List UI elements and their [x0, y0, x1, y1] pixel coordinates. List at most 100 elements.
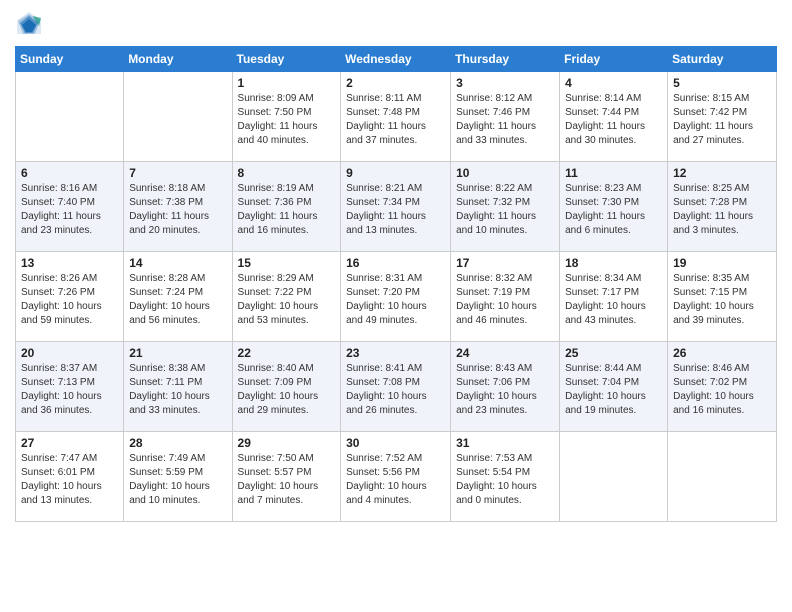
calendar-cell: 4 Sunrise: 8:14 AMSunset: 7:44 PMDayligh…	[560, 72, 668, 162]
calendar-cell: 30 Sunrise: 7:52 AMSunset: 5:56 PMDaylig…	[341, 432, 451, 522]
day-number: 11	[565, 166, 662, 180]
day-info: Sunrise: 8:14 AMSunset: 7:44 PMDaylight:…	[565, 92, 662, 148]
day-info: Sunrise: 8:34 AMSunset: 7:17 PMDaylight:…	[565, 272, 662, 328]
day-info: Sunrise: 8:38 AMSunset: 7:11 PMDaylight:…	[129, 362, 226, 418]
week-row-2: 6 Sunrise: 8:16 AMSunset: 7:40 PMDayligh…	[16, 162, 777, 252]
day-number: 16	[346, 256, 445, 270]
day-number: 18	[565, 256, 662, 270]
week-row-5: 27 Sunrise: 7:47 AMSunset: 6:01 PMDaylig…	[16, 432, 777, 522]
day-number: 28	[129, 436, 226, 450]
calendar-cell: 11 Sunrise: 8:23 AMSunset: 7:30 PMDaylig…	[560, 162, 668, 252]
day-number: 6	[21, 166, 118, 180]
calendar-cell: 12 Sunrise: 8:25 AMSunset: 7:28 PMDaylig…	[668, 162, 777, 252]
calendar-cell: 29 Sunrise: 7:50 AMSunset: 5:57 PMDaylig…	[232, 432, 341, 522]
calendar-cell: 18 Sunrise: 8:34 AMSunset: 7:17 PMDaylig…	[560, 252, 668, 342]
calendar-cell: 15 Sunrise: 8:29 AMSunset: 7:22 PMDaylig…	[232, 252, 341, 342]
calendar-cell	[668, 432, 777, 522]
calendar-cell: 20 Sunrise: 8:37 AMSunset: 7:13 PMDaylig…	[16, 342, 124, 432]
day-number: 19	[673, 256, 771, 270]
week-row-4: 20 Sunrise: 8:37 AMSunset: 7:13 PMDaylig…	[16, 342, 777, 432]
day-info: Sunrise: 8:41 AMSunset: 7:08 PMDaylight:…	[346, 362, 445, 418]
calendar-page: SundayMondayTuesdayWednesdayThursdayFrid…	[0, 0, 792, 612]
day-info: Sunrise: 8:32 AMSunset: 7:19 PMDaylight:…	[456, 272, 554, 328]
logo-icon	[15, 10, 43, 38]
header-day-thursday: Thursday	[451, 47, 560, 72]
calendar-cell: 21 Sunrise: 8:38 AMSunset: 7:11 PMDaylig…	[124, 342, 232, 432]
day-info: Sunrise: 8:12 AMSunset: 7:46 PMDaylight:…	[456, 92, 554, 148]
calendar-cell: 22 Sunrise: 8:40 AMSunset: 7:09 PMDaylig…	[232, 342, 341, 432]
day-info: Sunrise: 8:29 AMSunset: 7:22 PMDaylight:…	[238, 272, 336, 328]
day-info: Sunrise: 8:22 AMSunset: 7:32 PMDaylight:…	[456, 182, 554, 238]
day-info: Sunrise: 7:52 AMSunset: 5:56 PMDaylight:…	[346, 452, 445, 508]
calendar-cell: 31 Sunrise: 7:53 AMSunset: 5:54 PMDaylig…	[451, 432, 560, 522]
day-info: Sunrise: 8:25 AMSunset: 7:28 PMDaylight:…	[673, 182, 771, 238]
calendar-body: 1 Sunrise: 8:09 AMSunset: 7:50 PMDayligh…	[16, 72, 777, 522]
day-number: 2	[346, 76, 445, 90]
calendar-cell	[124, 72, 232, 162]
calendar-cell: 9 Sunrise: 8:21 AMSunset: 7:34 PMDayligh…	[341, 162, 451, 252]
header-day-tuesday: Tuesday	[232, 47, 341, 72]
day-number: 21	[129, 346, 226, 360]
calendar-cell: 3 Sunrise: 8:12 AMSunset: 7:46 PMDayligh…	[451, 72, 560, 162]
day-info: Sunrise: 8:23 AMSunset: 7:30 PMDaylight:…	[565, 182, 662, 238]
day-number: 13	[21, 256, 118, 270]
calendar-cell: 14 Sunrise: 8:28 AMSunset: 7:24 PMDaylig…	[124, 252, 232, 342]
calendar-cell: 28 Sunrise: 7:49 AMSunset: 5:59 PMDaylig…	[124, 432, 232, 522]
calendar-cell: 16 Sunrise: 8:31 AMSunset: 7:20 PMDaylig…	[341, 252, 451, 342]
day-number: 12	[673, 166, 771, 180]
day-number: 10	[456, 166, 554, 180]
header-day-saturday: Saturday	[668, 47, 777, 72]
calendar-cell: 19 Sunrise: 8:35 AMSunset: 7:15 PMDaylig…	[668, 252, 777, 342]
day-info: Sunrise: 8:18 AMSunset: 7:38 PMDaylight:…	[129, 182, 226, 238]
calendar-header: SundayMondayTuesdayWednesdayThursdayFrid…	[16, 47, 777, 72]
day-number: 8	[238, 166, 336, 180]
calendar-cell: 13 Sunrise: 8:26 AMSunset: 7:26 PMDaylig…	[16, 252, 124, 342]
calendar-cell: 24 Sunrise: 8:43 AMSunset: 7:06 PMDaylig…	[451, 342, 560, 432]
day-info: Sunrise: 8:40 AMSunset: 7:09 PMDaylight:…	[238, 362, 336, 418]
day-number: 30	[346, 436, 445, 450]
day-info: Sunrise: 8:16 AMSunset: 7:40 PMDaylight:…	[21, 182, 118, 238]
day-number: 25	[565, 346, 662, 360]
day-info: Sunrise: 8:11 AMSunset: 7:48 PMDaylight:…	[346, 92, 445, 148]
day-number: 15	[238, 256, 336, 270]
day-number: 4	[565, 76, 662, 90]
day-number: 31	[456, 436, 554, 450]
day-number: 1	[238, 76, 336, 90]
day-number: 24	[456, 346, 554, 360]
day-number: 27	[21, 436, 118, 450]
day-info: Sunrise: 7:53 AMSunset: 5:54 PMDaylight:…	[456, 452, 554, 508]
header-day-wednesday: Wednesday	[341, 47, 451, 72]
day-info: Sunrise: 8:19 AMSunset: 7:36 PMDaylight:…	[238, 182, 336, 238]
day-info: Sunrise: 7:47 AMSunset: 6:01 PMDaylight:…	[21, 452, 118, 508]
calendar-cell: 7 Sunrise: 8:18 AMSunset: 7:38 PMDayligh…	[124, 162, 232, 252]
calendar-cell: 23 Sunrise: 8:41 AMSunset: 7:08 PMDaylig…	[341, 342, 451, 432]
day-number: 17	[456, 256, 554, 270]
week-row-3: 13 Sunrise: 8:26 AMSunset: 7:26 PMDaylig…	[16, 252, 777, 342]
day-number: 20	[21, 346, 118, 360]
calendar-cell: 6 Sunrise: 8:16 AMSunset: 7:40 PMDayligh…	[16, 162, 124, 252]
day-number: 9	[346, 166, 445, 180]
header-day-sunday: Sunday	[16, 47, 124, 72]
day-info: Sunrise: 8:43 AMSunset: 7:06 PMDaylight:…	[456, 362, 554, 418]
day-number: 3	[456, 76, 554, 90]
day-number: 5	[673, 76, 771, 90]
day-number: 29	[238, 436, 336, 450]
day-number: 22	[238, 346, 336, 360]
calendar-table: SundayMondayTuesdayWednesdayThursdayFrid…	[15, 46, 777, 522]
calendar-cell: 8 Sunrise: 8:19 AMSunset: 7:36 PMDayligh…	[232, 162, 341, 252]
day-info: Sunrise: 8:31 AMSunset: 7:20 PMDaylight:…	[346, 272, 445, 328]
logo	[15, 10, 47, 38]
calendar-cell: 17 Sunrise: 8:32 AMSunset: 7:19 PMDaylig…	[451, 252, 560, 342]
calendar-cell: 5 Sunrise: 8:15 AMSunset: 7:42 PMDayligh…	[668, 72, 777, 162]
week-row-1: 1 Sunrise: 8:09 AMSunset: 7:50 PMDayligh…	[16, 72, 777, 162]
calendar-cell: 10 Sunrise: 8:22 AMSunset: 7:32 PMDaylig…	[451, 162, 560, 252]
header	[15, 10, 777, 38]
header-day-monday: Monday	[124, 47, 232, 72]
calendar-cell: 1 Sunrise: 8:09 AMSunset: 7:50 PMDayligh…	[232, 72, 341, 162]
header-row: SundayMondayTuesdayWednesdayThursdayFrid…	[16, 47, 777, 72]
calendar-cell	[16, 72, 124, 162]
calendar-cell	[560, 432, 668, 522]
day-info: Sunrise: 8:09 AMSunset: 7:50 PMDaylight:…	[238, 92, 336, 148]
calendar-cell: 25 Sunrise: 8:44 AMSunset: 7:04 PMDaylig…	[560, 342, 668, 432]
calendar-cell: 27 Sunrise: 7:47 AMSunset: 6:01 PMDaylig…	[16, 432, 124, 522]
